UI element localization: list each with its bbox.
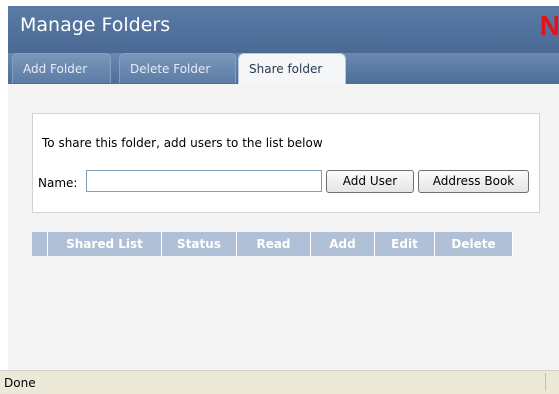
add-user-button[interactable]: Add User: [326, 170, 414, 193]
column-header-status[interactable]: Status: [162, 232, 237, 256]
column-header-edit[interactable]: Edit: [375, 232, 435, 256]
instruction-text: To share this folder, add users to the l…: [42, 136, 323, 150]
share-panel: To share this folder, add users to the l…: [32, 113, 540, 213]
app-frame: Manage Folders N Add Folder Delete Folde…: [8, 0, 559, 393]
brand-logo: N: [539, 10, 559, 41]
column-header-shared-list[interactable]: Shared List: [48, 232, 162, 256]
tab-add-folder[interactable]: Add Folder: [12, 53, 111, 83]
status-text: Done: [4, 376, 36, 390]
page-title: Manage Folders: [20, 14, 171, 36]
tab-bar: Add Folder Delete Folder Share folder: [8, 53, 559, 84]
name-label: Name:: [38, 176, 78, 190]
resize-grip-icon[interactable]: [545, 373, 559, 391]
header-bar: Manage Folders N: [8, 6, 559, 53]
tab-delete-folder[interactable]: Delete Folder: [119, 53, 236, 83]
address-book-button[interactable]: Address Book: [418, 170, 529, 193]
content-area: To share this folder, add users to the l…: [8, 84, 559, 370]
tab-share-folder[interactable]: Share folder: [238, 53, 346, 84]
column-header-delete[interactable]: Delete: [435, 232, 513, 256]
column-header-add[interactable]: Add: [311, 232, 375, 256]
select-column-header: [32, 232, 48, 256]
status-bar: Done: [0, 370, 559, 394]
shared-list-header: Shared List Status Read Add Edit Delete: [32, 232, 513, 256]
column-header-read[interactable]: Read: [237, 232, 311, 256]
name-input[interactable]: [86, 170, 322, 192]
